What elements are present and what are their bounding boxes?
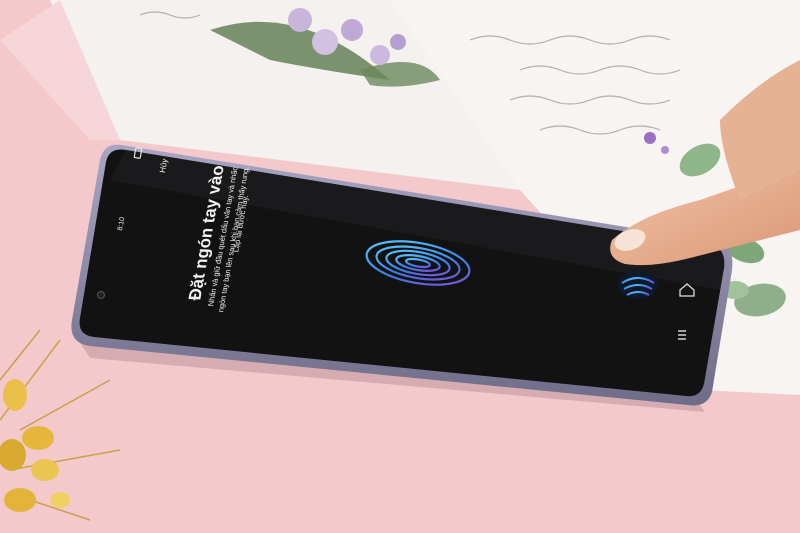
photo-scene	[0, 0, 800, 533]
camera-icon	[97, 291, 105, 299]
fingerprint-sensor-icon[interactable]	[618, 271, 658, 299]
